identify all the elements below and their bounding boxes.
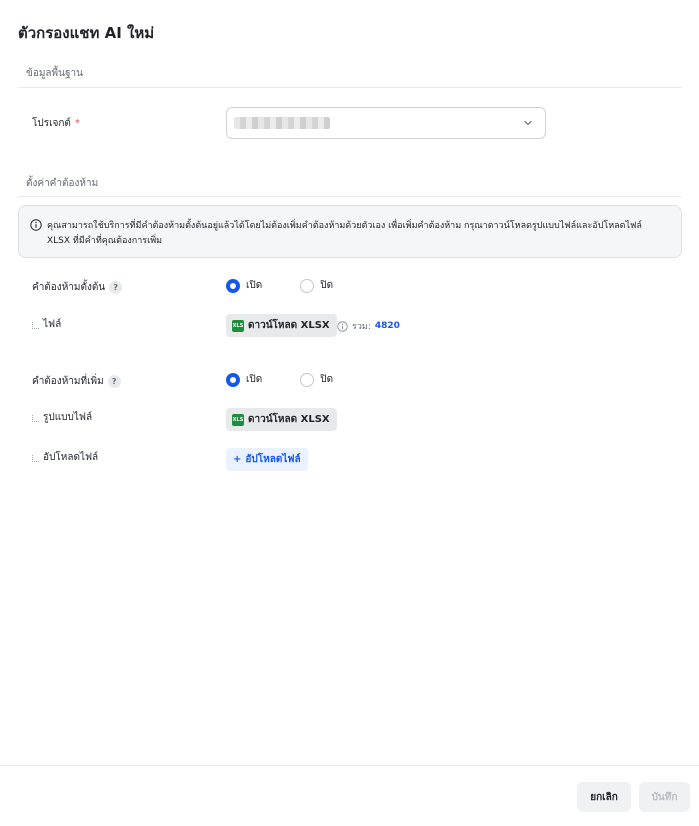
tree-connector	[32, 322, 39, 329]
added-words-radio-group: เปิด ปิด	[226, 372, 371, 387]
default-words-label: คำต้องห้ามตั้งต้น ?	[32, 280, 123, 295]
info-text: คุณสามารถใช้บริการที่มีคำต้องห้ามตั้งต้น…	[47, 221, 642, 246]
project-select[interactable]	[226, 107, 546, 139]
download-template-xlsx-button[interactable]: XLS ดาวน์โหลด XLSX	[226, 408, 337, 431]
help-icon[interactable]: ?	[109, 281, 123, 294]
tree-connector	[32, 415, 39, 422]
plus-icon: +	[233, 454, 242, 465]
radio-label: ปิด	[320, 374, 334, 385]
radio-checked-icon	[226, 372, 240, 387]
default-file-label: ไฟล์	[32, 317, 61, 332]
added-words-on-radio[interactable]: เปิด	[226, 372, 262, 387]
total-count: รวม: 4820	[337, 319, 400, 333]
tree-connector	[32, 455, 39, 462]
total-label: รวม:	[352, 322, 371, 332]
info-icon	[30, 219, 42, 231]
file-format-label: รูปแบบไฟล์	[32, 410, 92, 425]
default-words-label-text: คำต้องห้ามตั้งต้น	[32, 282, 106, 293]
section-title-basic: ข้อมูลพื้นฐาน	[26, 68, 83, 79]
added-words-label: คำต้องห้ามที่เพิ่ม ?	[32, 374, 121, 389]
divider	[18, 196, 682, 197]
info-icon	[337, 320, 348, 332]
save-button[interactable]: บันทึก	[639, 782, 690, 812]
page-title: ตัวกรองแชท AI ใหม่	[18, 24, 155, 42]
required-mark: *	[74, 118, 80, 129]
upload-file-button[interactable]: + อัปโหลดไฟล์	[226, 448, 308, 471]
section-title-forbidden: ตั้งค่าคำต้องห้าม	[26, 178, 99, 189]
xlsx-file-icon: XLS	[232, 319, 244, 332]
download-label: ดาวน์โหลด XLSX	[248, 414, 330, 425]
added-words-off-radio[interactable]: ปิด	[300, 372, 333, 387]
project-label: โปรเจกต์ *	[32, 116, 80, 131]
cancel-button[interactable]: ยกเลิก	[577, 782, 631, 812]
upload-file-label-text: อัปโหลดไฟล์	[43, 452, 99, 463]
added-words-label-text: คำต้องห้ามที่เพิ่ม	[32, 376, 104, 387]
radio-unchecked-icon	[300, 278, 315, 293]
default-file-label-text: ไฟล์	[43, 319, 62, 330]
upload-file-label: อัปโหลดไฟล์	[32, 450, 98, 465]
download-default-xlsx-button[interactable]: XLS ดาวน์โหลด XLSX	[226, 314, 337, 337]
help-icon[interactable]: ?	[107, 375, 121, 388]
selected-project-value-redacted	[234, 117, 330, 129]
radio-label: เปิด	[246, 374, 263, 385]
chevron-down-icon	[524, 120, 532, 126]
download-label: ดาวน์โหลด XLSX	[248, 320, 330, 331]
radio-label: เปิด	[246, 280, 263, 291]
radio-unchecked-icon	[300, 372, 315, 387]
radio-checked-icon	[226, 278, 240, 293]
default-words-on-radio[interactable]: เปิด	[226, 278, 262, 293]
total-value: 4820	[374, 321, 400, 331]
footer-divider	[0, 765, 699, 766]
upload-button-label: อัปโหลดไฟล์	[245, 454, 301, 465]
info-notice: คุณสามารถใช้บริการที่มีคำต้องห้ามตั้งต้น…	[18, 205, 682, 258]
divider	[18, 87, 682, 88]
project-label-text: โปรเจกต์	[32, 118, 71, 129]
file-format-label-text: รูปแบบไฟล์	[43, 412, 93, 423]
default-words-radio-group: เปิด ปิด	[226, 278, 371, 293]
default-words-off-radio[interactable]: ปิด	[300, 278, 333, 293]
radio-label: ปิด	[320, 280, 334, 291]
xlsx-file-icon: XLS	[232, 413, 244, 426]
